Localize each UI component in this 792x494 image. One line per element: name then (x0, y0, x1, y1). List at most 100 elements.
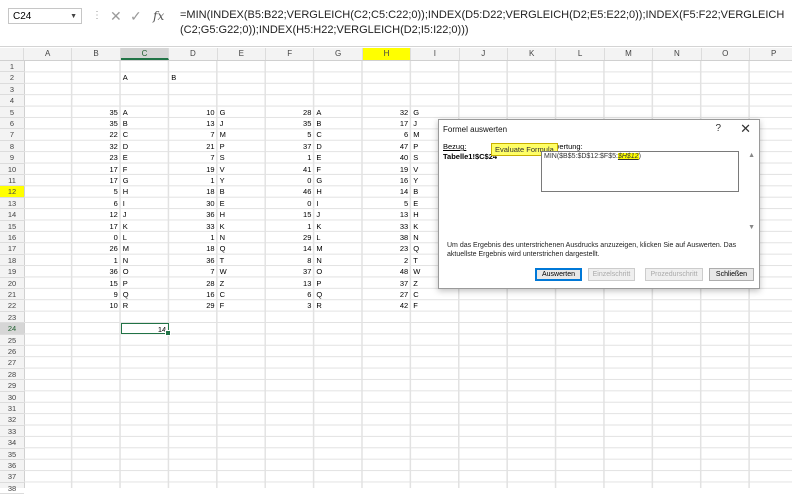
cell-i10[interactable]: V (413, 164, 418, 175)
column-header-l[interactable]: L (556, 48, 605, 60)
cell-h22[interactable]: 42 (363, 300, 408, 311)
cell-e15[interactable]: K (220, 221, 225, 232)
cell-i8[interactable]: P (413, 141, 418, 152)
row-header-4[interactable]: 4 (0, 95, 24, 107)
cell-d18[interactable]: 36 (169, 255, 214, 266)
row-header-29[interactable]: 29 (0, 380, 24, 392)
evaluation-box[interactable]: MIN($B$5:$D$12:$F$5:$H$12) (541, 151, 739, 192)
cell-i5[interactable]: G (413, 107, 419, 118)
cell-g14[interactable]: J (316, 209, 320, 220)
cell-e12[interactable]: B (220, 186, 225, 197)
step-in-button[interactable]: Einzelschritt (588, 268, 635, 281)
chevron-down-icon[interactable]: ▼ (70, 9, 77, 25)
cell-c9[interactable]: E (123, 152, 128, 163)
row-header-18[interactable]: 18 (0, 255, 24, 267)
cell-h21[interactable]: 27 (363, 289, 408, 300)
cell-i6[interactable]: J (413, 118, 417, 129)
cell-c18[interactable]: N (123, 255, 128, 266)
cell-h7[interactable]: 6 (363, 129, 408, 140)
row-header-21[interactable]: 21 (0, 289, 24, 301)
column-header-h[interactable]: H (362, 48, 412, 60)
cell-h9[interactable]: 40 (363, 152, 408, 163)
row-header-23[interactable]: 23 (0, 312, 24, 324)
cell-i15[interactable]: K (413, 221, 418, 232)
cell-e20[interactable]: Z (220, 278, 225, 289)
cell-b20[interactable]: 15 (72, 278, 117, 289)
cell-e16[interactable]: N (220, 232, 225, 243)
cell-h8[interactable]: 47 (363, 141, 408, 152)
row-header-1[interactable]: 1 (0, 61, 24, 73)
cell-i19[interactable]: W (413, 266, 420, 277)
cell-d16[interactable]: 1 (169, 232, 214, 243)
row-header-16[interactable]: 16 (0, 232, 24, 244)
column-header-i[interactable]: I (411, 48, 460, 60)
cell-f16[interactable]: 29 (266, 232, 311, 243)
cell-d9[interactable]: 7 (169, 152, 214, 163)
cell-d7[interactable]: 7 (169, 129, 214, 140)
cell-b15[interactable]: 17 (72, 221, 117, 232)
cell-g6[interactable]: B (316, 118, 321, 129)
cell-f6[interactable]: 35 (266, 118, 311, 129)
cell-f9[interactable]: 1 (266, 152, 311, 163)
cell-i14[interactable]: H (413, 209, 418, 220)
cell-f12[interactable]: 46 (266, 186, 311, 197)
row-header-13[interactable]: 13 (0, 198, 24, 210)
row-header-24[interactable]: 24 (0, 323, 24, 335)
cell-b17[interactable]: 26 (72, 243, 117, 254)
row-header-10[interactable]: 10 (0, 164, 24, 175)
help-icon[interactable]: ? (715, 123, 721, 134)
column-header-c[interactable]: C (120, 48, 170, 60)
cell-f10[interactable]: 41 (266, 164, 311, 175)
cell-b6[interactable]: 35 (72, 118, 117, 129)
cell-e13[interactable]: E (220, 198, 225, 209)
cell-g21[interactable]: Q (316, 289, 322, 300)
row-header-35[interactable]: 35 (0, 449, 24, 460)
row-header-3[interactable]: 3 (0, 84, 24, 96)
cell-c16[interactable]: L (123, 232, 127, 243)
cell-g15[interactable]: K (316, 221, 321, 232)
cell-g5[interactable]: A (316, 107, 321, 118)
column-header-b[interactable]: B (72, 48, 121, 60)
cell-g12[interactable]: H (316, 186, 321, 197)
cell-e5[interactable]: G (220, 107, 226, 118)
cell-c10[interactable]: F (123, 164, 128, 175)
row-header-36[interactable]: 36 (0, 460, 24, 472)
cell-g10[interactable]: F (316, 164, 321, 175)
column-header-g[interactable]: G (314, 48, 363, 60)
active-cell-c24[interactable]: 14 (120, 323, 172, 337)
cell-d13[interactable]: 30 (169, 198, 214, 209)
cell-d11[interactable]: 1 (169, 175, 214, 186)
drag-handle-icon[interactable]: ⋮ (92, 10, 102, 21)
cell-e14[interactable]: H (220, 209, 225, 220)
close-button[interactable]: Schließen (709, 268, 754, 281)
cell-e22[interactable]: F (220, 300, 225, 311)
cell-g13[interactable]: I (316, 198, 318, 209)
cell-h16[interactable]: 38 (363, 232, 408, 243)
cell-i12[interactable]: B (413, 186, 418, 197)
cell-i21[interactable]: C (413, 289, 418, 300)
step-out-button[interactable]: Prozedurschritt (645, 268, 703, 281)
cell-b18[interactable]: 1 (72, 255, 118, 266)
cell-h10[interactable]: 19 (363, 164, 408, 175)
row-header-9[interactable]: 9 (0, 152, 24, 164)
cell-f15[interactable]: 1 (266, 221, 311, 232)
cell-b14[interactable]: 12 (72, 209, 117, 220)
row-header-22[interactable]: 22 (0, 300, 24, 312)
row-header-25[interactable]: 25 (0, 335, 24, 346)
column-header-m[interactable]: M (605, 48, 654, 60)
row-header-20[interactable]: 20 (0, 278, 24, 289)
cell-b21[interactable]: 9 (72, 289, 118, 300)
cell-c11[interactable]: G (123, 175, 129, 186)
cell-h15[interactable]: 33 (363, 221, 408, 232)
cell-h13[interactable]: 5 (363, 198, 408, 209)
insert-function-icon[interactable]: fx (153, 8, 164, 24)
cell-f5[interactable]: 28 (266, 107, 311, 118)
cell-c5[interactable]: A (123, 107, 128, 118)
cell-g11[interactable]: G (316, 175, 322, 186)
cell-g9[interactable]: E (316, 152, 321, 163)
cell-d15[interactable]: 33 (169, 221, 214, 232)
cell-h14[interactable]: 13 (363, 209, 408, 220)
cell-e11[interactable]: Y (220, 175, 225, 186)
close-icon[interactable]: ✕ (740, 121, 751, 137)
row-header-6[interactable]: 6 (0, 118, 24, 130)
